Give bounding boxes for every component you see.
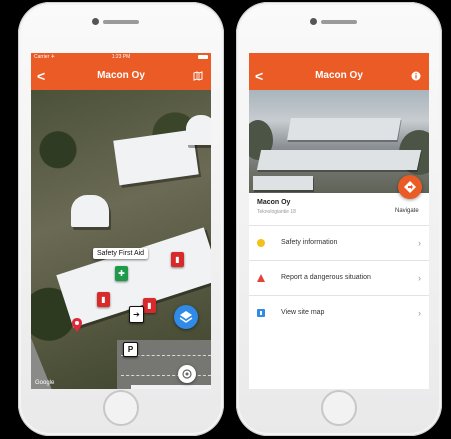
- map-attribution: Google: [35, 380, 55, 386]
- chevron-right-icon: ›: [418, 273, 421, 283]
- status-bar: Carrier ✈ 1:23 PM: [31, 53, 211, 62]
- building: [253, 176, 313, 190]
- fire-extinguisher-marker-2[interactable]: ▮: [97, 292, 110, 307]
- home-button[interactable]: [103, 390, 139, 426]
- app-bar: < Macon Oy: [249, 62, 429, 90]
- battery-icon: [198, 55, 208, 59]
- navigate-button[interactable]: [398, 175, 422, 199]
- crosshair-icon: [182, 369, 192, 379]
- camera: [92, 18, 99, 25]
- phone-right: < Macon Oy Macon Oy Teknologiantie 18 Na…: [236, 2, 442, 436]
- speaker: [321, 20, 357, 24]
- camera: [310, 18, 317, 25]
- fire-extinguisher-marker-3[interactable]: ▮: [143, 298, 156, 313]
- building: [256, 150, 422, 170]
- location-address: Teknologiantie 18: [257, 209, 296, 215]
- building: [186, 115, 211, 145]
- my-location-button[interactable]: [178, 365, 196, 383]
- status-time: 1:23 PM: [111, 54, 131, 60]
- map-icon[interactable]: [193, 71, 203, 81]
- satellite-map[interactable]: Safety First Aid ✚ ▮ ▮ ▮ ➔ P Google: [31, 90, 211, 389]
- marker-callout: Safety First Aid: [93, 248, 149, 259]
- map-pin-icon: [257, 309, 265, 317]
- navigate-icon: [404, 181, 416, 193]
- parking-marker[interactable]: P: [123, 342, 138, 357]
- warning-triangle-icon: [257, 274, 265, 282]
- site-screen: < Macon Oy Macon Oy Teknologiantie 18 Na…: [249, 53, 429, 389]
- menu-item-label: Safety information: [281, 239, 338, 246]
- building: [71, 195, 109, 227]
- building: [131, 385, 211, 389]
- menu-item-label: Report a dangerous situation: [281, 274, 371, 281]
- layers-icon: [179, 311, 193, 323]
- exit-marker[interactable]: ➔: [129, 306, 144, 323]
- info-dot-icon: [257, 239, 265, 247]
- location-pin-icon[interactable]: [72, 318, 82, 332]
- menu-item-safety-information[interactable]: Safety information ›: [249, 226, 429, 260]
- page-title: Macon Oy: [97, 70, 145, 81]
- fire-extinguisher-marker-1[interactable]: ▮: [171, 252, 184, 267]
- location-name: Macon Oy: [257, 199, 291, 206]
- road: [31, 305, 71, 389]
- home-button[interactable]: [321, 390, 357, 426]
- speaker: [103, 20, 139, 24]
- navigate-label[interactable]: Navigate: [395, 208, 419, 214]
- page-title: Macon Oy: [315, 70, 363, 81]
- layers-button[interactable]: [174, 305, 198, 329]
- app-bar: < Macon Oy: [31, 62, 211, 90]
- menu-item-report-danger[interactable]: Report a dangerous situation ›: [249, 261, 429, 295]
- status-bar: [249, 53, 429, 62]
- info-icon[interactable]: [411, 71, 421, 81]
- chevron-right-icon: ›: [418, 308, 421, 318]
- building: [287, 118, 401, 140]
- parking-lines: [121, 375, 211, 376]
- menu-item-label: View site map: [281, 309, 325, 316]
- map-screen: Carrier ✈ 1:23 PM < Macon Oy Safety Firs…: [31, 53, 211, 389]
- menu-item-view-site-map[interactable]: View site map ›: [249, 296, 429, 330]
- chevron-right-icon: ›: [418, 238, 421, 248]
- first-aid-marker[interactable]: ✚: [115, 266, 128, 281]
